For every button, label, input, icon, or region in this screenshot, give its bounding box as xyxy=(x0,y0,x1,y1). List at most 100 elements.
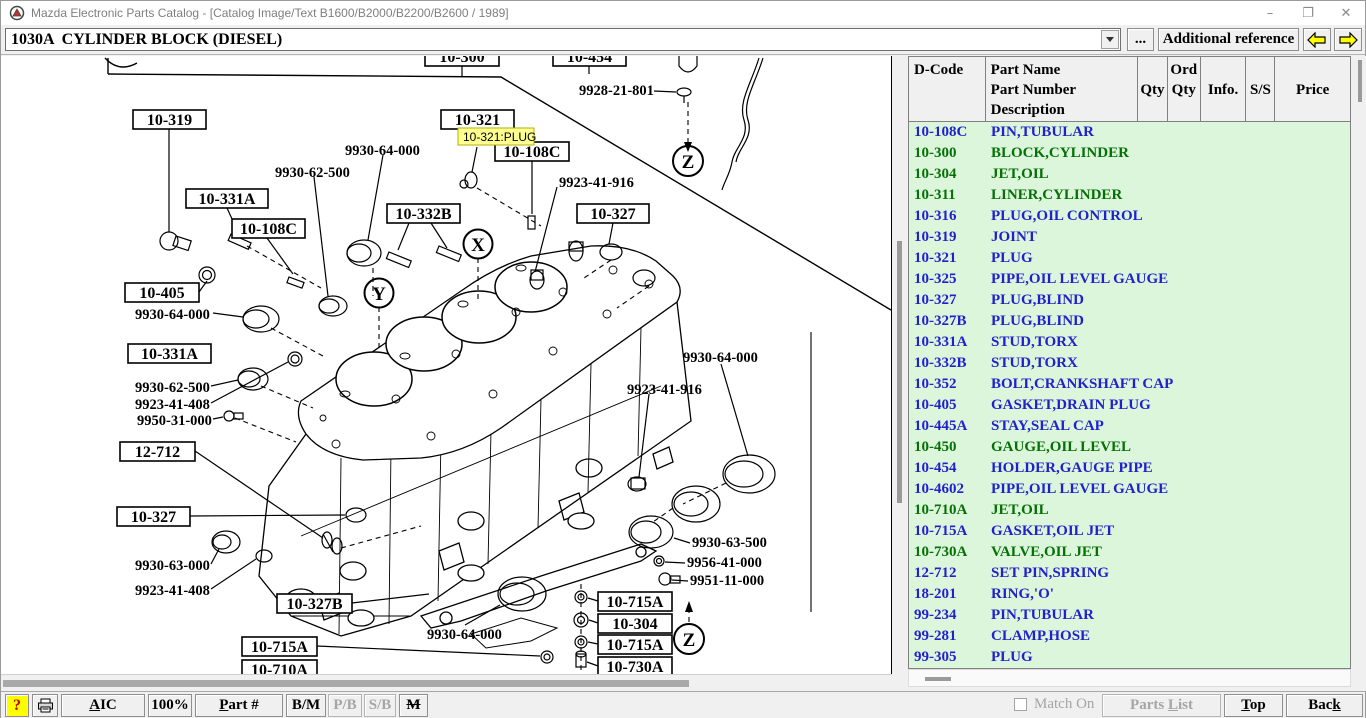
zoom-level-button[interactable]: 100% xyxy=(148,694,192,717)
part-label[interactable]: 10-304 xyxy=(598,614,672,633)
diagram-hscroll-thumb[interactable] xyxy=(3,680,689,687)
table-row[interactable]: 10-304JET,OIL xyxy=(909,164,1350,185)
row-part-name: BOLT,CRANKSHAFT CAP xyxy=(986,374,1346,395)
svg-text:10-710A: 10-710A xyxy=(251,662,308,674)
cylinder-block-drawing xyxy=(259,246,691,648)
app-window: Mazda Electronic Parts Catalog - [Catalo… xyxy=(0,0,1366,718)
help-button[interactable]: ? xyxy=(5,694,29,717)
part-label[interactable]: 10-710A xyxy=(242,660,317,674)
part-label[interactable]: 10-332B xyxy=(387,204,460,223)
table-row[interactable]: 10-321PLUG xyxy=(909,248,1350,269)
prev-page-button[interactable] xyxy=(1303,28,1331,51)
row-part-name: STAY,SEAL CAP xyxy=(986,416,1346,437)
part-number-label: 9930-64-000 xyxy=(135,307,210,323)
table-row[interactable]: 10-108CPIN,TUBULAR xyxy=(909,122,1350,143)
table-row[interactable]: 10-311LINER,CYLINDER xyxy=(909,185,1350,206)
table-row[interactable]: 99-281CLAMP,HOSE xyxy=(909,626,1350,647)
table-row[interactable]: 10-405GASKET,DRAIN PLUG xyxy=(909,395,1350,416)
section-combobox[interactable]: 1030A CYLINDER BLOCK (DIESEL) xyxy=(5,28,1121,51)
table-row[interactable]: 10-332BSTUD,TORX xyxy=(909,353,1350,374)
part-number-label: 9930-64-000 xyxy=(345,143,420,159)
header-ss: S/S xyxy=(1246,57,1275,121)
svg-text:10-321: 10-321 xyxy=(455,112,500,129)
svg-text:10-454: 10-454 xyxy=(567,56,612,66)
part-label[interactable]: 10-327 xyxy=(117,507,190,526)
part-label[interactable]: 10-730A xyxy=(598,657,672,674)
part-label[interactable]: 10-319 xyxy=(133,110,206,129)
svg-text:10-300: 10-300 xyxy=(439,56,484,66)
svg-text:10-327: 10-327 xyxy=(590,206,635,223)
part-label[interactable]: 12-712 xyxy=(120,442,195,461)
table-row[interactable]: 10-319JOINT xyxy=(909,227,1350,248)
part-label[interactable]: 10-327B xyxy=(277,594,352,613)
header-part: Part Name Part Number Description xyxy=(986,57,1138,121)
diagram-horizontal-scrollbar[interactable] xyxy=(1,674,892,691)
header-ord-qty: Ord Qty xyxy=(1168,57,1201,121)
part-label[interactable]: 10-300 xyxy=(425,56,499,66)
m-button[interactable]: M xyxy=(399,694,428,717)
table-row[interactable]: 99-234PIN,TUBULAR xyxy=(909,605,1350,626)
table-row[interactable]: 10-445ASTAY,SEAL CAP xyxy=(909,416,1350,437)
table-row[interactable]: 10-327BPLUG,BLIND xyxy=(909,311,1350,332)
restore-button[interactable]: ❐ xyxy=(1289,1,1327,25)
table-vscroll-thumb[interactable] xyxy=(1358,60,1362,102)
exploded-view-diagram: X Y Z Z 10-319 10-300 10-454 10-321 10-1… xyxy=(1,56,892,674)
table-row[interactable]: 10-331ASTUD,TORX xyxy=(909,332,1350,353)
table-row[interactable]: 10-325PIPE,OIL LEVEL GAUGE xyxy=(909,269,1350,290)
table-row[interactable]: 10-352BOLT,CRANKSHAFT CAP xyxy=(909,374,1350,395)
part-label[interactable]: 10-454 xyxy=(553,56,626,66)
row-dcode: 99-281 xyxy=(909,626,986,647)
aic-button[interactable]: AIC xyxy=(61,694,145,717)
part-label[interactable]: 10-715A xyxy=(598,592,672,611)
table-row[interactable]: 10-300BLOCK,CYLINDER xyxy=(909,143,1350,164)
table-row[interactable]: 10-450GAUGE,OIL LEVEL xyxy=(909,437,1350,458)
table-horizontal-scrollbar[interactable] xyxy=(908,669,1351,687)
table-row[interactable]: 10-454HOLDER,GAUGE PIPE xyxy=(909,458,1350,479)
minimize-button[interactable]: – xyxy=(1251,1,1289,25)
table-row[interactable]: 10-730AVALVE,OIL JET xyxy=(909,542,1350,563)
additional-reference-button[interactable]: Additional reference xyxy=(1158,28,1299,51)
row-dcode: 10-325 xyxy=(909,269,986,290)
more-button[interactable]: ... xyxy=(1127,28,1154,51)
table-row[interactable]: 12-712SET PIN,SPRING xyxy=(909,563,1350,584)
part-number-label: 9930-64-000 xyxy=(683,350,758,366)
svg-text:10-319: 10-319 xyxy=(147,112,192,129)
part-label[interactable]: 10-331A xyxy=(186,189,268,208)
table-row[interactable]: 10-710AJET,OIL xyxy=(909,500,1350,521)
row-part-name: PIPE,OIL LEVEL GAUGE xyxy=(986,479,1346,500)
top-button[interactable]: Top xyxy=(1224,694,1283,717)
part-number-label: 9950-31-000 xyxy=(137,413,212,429)
part-label[interactable]: 10-715A xyxy=(242,637,317,656)
table-row[interactable]: 10-316PLUG,OIL CONTROL xyxy=(909,206,1350,227)
combobox-dropdown-button[interactable] xyxy=(1101,30,1119,49)
back-button[interactable]: Back xyxy=(1286,694,1363,717)
table-row[interactable]: 10-327PLUG,BLIND xyxy=(909,290,1350,311)
row-part-name: PLUG,OIL CONTROL xyxy=(986,206,1346,227)
part-label[interactable]: 10-331A xyxy=(128,344,211,363)
table-hscroll-thumb[interactable] xyxy=(925,677,951,681)
match-on-checkbox[interactable] xyxy=(1014,698,1027,711)
next-page-button[interactable] xyxy=(1334,28,1362,51)
arrow-left-icon xyxy=(1307,32,1327,48)
part-label[interactable]: 10-405 xyxy=(125,283,199,302)
table-row[interactable]: 18-201RING,'O' xyxy=(909,584,1350,605)
part-label[interactable]: 10-108C xyxy=(232,219,305,238)
part-label[interactable]: 10-715A xyxy=(598,635,672,654)
diagram-vscroll-thumb[interactable] xyxy=(897,241,902,503)
table-vertical-scrollbar[interactable] xyxy=(1355,56,1365,687)
row-dcode: 10-316 xyxy=(909,206,986,227)
table-row[interactable]: 10-4602PIPE,OIL LEVEL GAUGE xyxy=(909,479,1350,500)
diagram-vertical-scrollbar[interactable] xyxy=(893,56,906,691)
part-number-button[interactable]: Part # xyxy=(195,694,283,717)
table-row[interactable]: 99-305PLUG xyxy=(909,647,1350,668)
svg-text:10-327: 10-327 xyxy=(131,509,176,526)
part-label[interactable]: 10-327 xyxy=(577,204,649,223)
section-letter-y: Y xyxy=(372,284,386,305)
part-label[interactable]: 10-321 xyxy=(441,110,514,129)
bm-button[interactable]: B/M xyxy=(286,694,326,717)
print-button[interactable] xyxy=(32,694,58,717)
parts-table: D-Code Part Name Part Number Description… xyxy=(908,56,1351,669)
row-dcode: 10-352 xyxy=(909,374,986,395)
table-row[interactable]: 10-715AGASKET,OIL JET xyxy=(909,521,1350,542)
close-button[interactable]: ✕ xyxy=(1327,1,1365,25)
